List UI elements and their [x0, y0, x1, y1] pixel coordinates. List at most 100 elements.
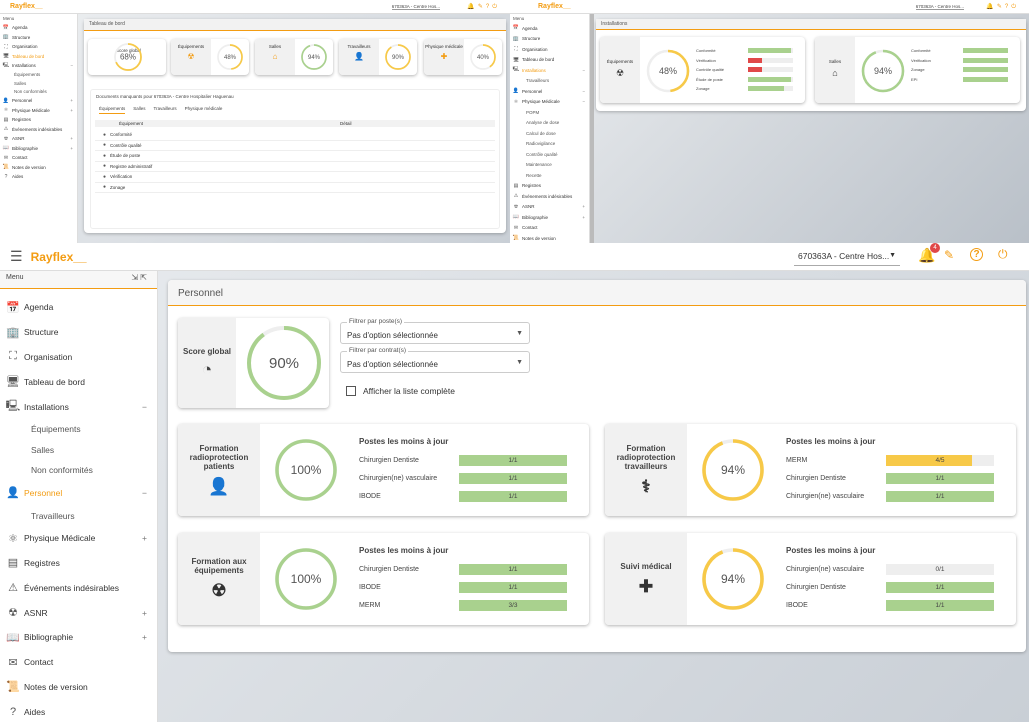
logout-icon[interactable]: ⏻	[998, 247, 1008, 262]
sidebar-item-notes-de-version[interactable]: 📜 Notes de version	[0, 163, 77, 173]
sidebar-item-structure[interactable]: 🏢 Structure	[0, 33, 77, 43]
sidebar-item-organisation[interactable]: ⛶ Organisation	[510, 44, 589, 55]
sidebar-item-bibliographie[interactable]: 📖 Bibliographie +	[510, 212, 589, 223]
checkbox[interactable]	[346, 386, 356, 396]
expand-icon[interactable]: +	[70, 136, 73, 141]
sidebar-subitem-controle-qualite[interactable]: Contrôle qualité	[510, 149, 589, 160]
tile-equipements[interactable]: Équipements ☢ 48%	[171, 39, 249, 75]
sidebar-item-personnel[interactable]: 👤 Personnel −	[510, 86, 589, 97]
sidebar-item-registres[interactable]: ▤ Registres	[0, 551, 157, 576]
sidebar-item-physique-medicale[interactable]: ⚛ Physique Médicale +	[0, 106, 77, 116]
sidebar-item-bibliographie[interactable]: 📖 Bibliographie +	[0, 144, 77, 154]
expand-icon[interactable]: +	[582, 204, 585, 209]
sidebar-item-installations[interactable]: 🖳 Installations −	[0, 61, 77, 71]
add-circle-icon[interactable]: ●	[103, 153, 106, 159]
filter-contrat-select[interactable]: Filtrer par contrat(s) Pas d'option séle…	[340, 347, 530, 373]
tab-equipements[interactable]: Équipements	[99, 106, 126, 114]
sidebar-item-structure[interactable]: 🏢 Structure	[0, 320, 157, 345]
site-selector[interactable]: 670363A - Centre Hos...	[391, 4, 440, 10]
expand-icon[interactable]: −	[142, 402, 147, 412]
hamburger-icon[interactable]: ☰	[10, 248, 23, 265]
show-full-list-toggle[interactable]: Afficher la liste complète	[346, 386, 455, 396]
sidebar-subitem-popm[interactable]: POPM	[510, 107, 589, 118]
sidebar-item-evenements-indesirables[interactable]: ⚠ Événements indésirables	[510, 191, 589, 202]
sidebar-item-organisation[interactable]: ⛶ Organisation	[0, 345, 157, 370]
sidebar-item-bibliographie[interactable]: 📖 Bibliographie +	[0, 625, 157, 650]
sidebar-subitem-non-conformites[interactable]: Non conformités	[0, 460, 157, 481]
expand-icon[interactable]: −	[582, 99, 585, 104]
site-selector-2[interactable]: 670363A - Centre Hos...	[915, 4, 964, 10]
sidebar-item-personnel[interactable]: 👤 Personnel +	[0, 96, 77, 106]
expand-icon[interactable]: +	[70, 146, 73, 151]
expand-icon[interactable]: +	[142, 608, 147, 618]
filter-poste-select[interactable]: Filtrer par poste(s) Pas d'option sélect…	[340, 318, 530, 344]
sidebar-item-notes-de-version[interactable]: 📜 Notes de version	[510, 233, 589, 243]
tile-travailleurs[interactable]: Travailleurs 👤 90%	[339, 39, 417, 75]
tab-salles[interactable]: Salles	[133, 106, 145, 114]
tab-physique-medicale[interactable]: Physique médicale	[185, 106, 223, 114]
table-row[interactable]: ● Zonage	[95, 183, 495, 193]
sidebar-item-contact[interactable]: ✉ Contact	[0, 650, 157, 675]
sidebar-item-structure[interactable]: 🏢 Structure	[510, 34, 589, 45]
tile-score-global[interactable]: Score global 68%	[88, 39, 166, 75]
sidebar-subitem-maintenance[interactable]: Maintenance	[510, 160, 589, 171]
sidebar-subitem-non-conformites[interactable]: Non conformités	[0, 88, 77, 97]
add-circle-icon[interactable]: ●	[103, 163, 106, 169]
sidebar-subitem-salles[interactable]: Salles	[0, 79, 77, 88]
sidebar-item-evenements-indesirables[interactable]: ⚠ Événements indésirables	[0, 575, 157, 600]
tile-physique-medicale[interactable]: Physique médicale ✚ 40%	[424, 39, 502, 75]
sidebar-subitem-travailleurs[interactable]: Travailleurs	[510, 76, 589, 87]
header-icons[interactable]: 🔔✎?⏻	[467, 3, 500, 11]
sidebar-item-asnr[interactable]: ☢ ASNR +	[510, 202, 589, 213]
sidebar-item-evenements-indesirables[interactable]: ⚠ Événements indésirables	[0, 125, 77, 135]
expand-icon[interactable]: +	[582, 215, 585, 220]
sidebar-item-personnel[interactable]: 👤 Personnel −	[0, 480, 157, 505]
tile-salles[interactable]: Salles ⌂ 94%	[255, 39, 333, 75]
sidebar-item-registres[interactable]: ▤ Registres	[0, 115, 77, 125]
sidebar-item-tableau-de-bord[interactable]: 🖥 Tableau de bord	[0, 369, 157, 394]
sidebar-item-physique-medicale[interactable]: ⚛ Physique Médicale +	[0, 526, 157, 551]
sidebar-item-installations[interactable]: 🖳 Installations −	[510, 65, 589, 76]
expand-icon[interactable]: +	[70, 108, 73, 113]
table-row[interactable]: ● Registre administratif	[95, 162, 495, 172]
collapse-icon[interactable]: ⇲ ⇱	[131, 273, 147, 282]
help-icon[interactable]: ?	[970, 248, 983, 261]
sidebar-subitem-calcul-de-dose[interactable]: Calcul de dose	[510, 128, 589, 139]
add-circle-icon[interactable]: ●	[103, 142, 106, 148]
expand-icon[interactable]: −	[582, 68, 585, 73]
sidebar-subitem-travailleurs[interactable]: Travailleurs	[0, 505, 157, 526]
sidebar-item-contact[interactable]: ✉ Contact	[0, 153, 77, 163]
add-circle-icon[interactable]: ●	[103, 184, 106, 190]
sidebar-item-aides[interactable]: ? Aides	[0, 172, 77, 182]
sidebar-item-tableau-de-bord[interactable]: 🖥 Tableau de bord	[510, 55, 589, 66]
site-select[interactable]: 670363A - Centre Hos... ▼	[794, 246, 900, 266]
expand-icon[interactable]: +	[142, 533, 147, 543]
sidebar-item-tableau-de-bord[interactable]: 🖥 Tableau de bord	[0, 52, 77, 62]
sidebar-item-agenda[interactable]: 📅 Agenda	[0, 23, 77, 33]
header-icons-2[interactable]: 🔔✎?⏻	[986, 3, 1019, 11]
expand-icon[interactable]: −	[142, 488, 147, 498]
sidebar-item-registres[interactable]: ▤ Registres	[510, 181, 589, 192]
sidebar-item-notes-de-version[interactable]: 📜 Notes de version	[0, 675, 157, 700]
expand-icon[interactable]: +	[70, 98, 73, 103]
sidebar-item-asnr[interactable]: ☢ ASNR +	[0, 600, 157, 625]
sidebar-subitem-equipements[interactable]: Équipements	[0, 419, 157, 440]
sidebar-item-aides[interactable]: ? Aides	[0, 699, 157, 722]
user-edit-icon[interactable]: ✎	[944, 248, 954, 262]
sidebar-item-physique-medicale[interactable]: ⚛ Physique Médicale −	[510, 97, 589, 108]
table-row[interactable]: ● Conformité	[95, 130, 495, 141]
table-row[interactable]: ● Vérification	[95, 172, 495, 183]
add-circle-icon[interactable]: ●	[103, 132, 106, 138]
sidebar-item-installations[interactable]: 🖳 Installations −	[0, 394, 157, 419]
expand-icon[interactable]: +	[142, 632, 147, 642]
table-row[interactable]: ● Contrôle qualité	[95, 141, 495, 151]
expand-icon[interactable]: −	[70, 63, 73, 68]
tab-travailleurs[interactable]: Travailleurs	[154, 106, 177, 114]
sidebar-item-organisation[interactable]: ⛶ Organisation	[0, 42, 77, 52]
sidebar-subitem-radiovigilance[interactable]: Radiovigilance	[510, 139, 589, 150]
add-circle-icon[interactable]: ●	[103, 174, 106, 180]
sidebar-subitem-analyse-de-dose[interactable]: Analyse de dose	[510, 118, 589, 129]
sidebar-item-contact[interactable]: ✉ Contact	[510, 223, 589, 234]
sidebar-item-asnr[interactable]: ☢ ASNR +	[0, 134, 77, 144]
sidebar-subitem-salles[interactable]: Salles	[0, 439, 157, 460]
